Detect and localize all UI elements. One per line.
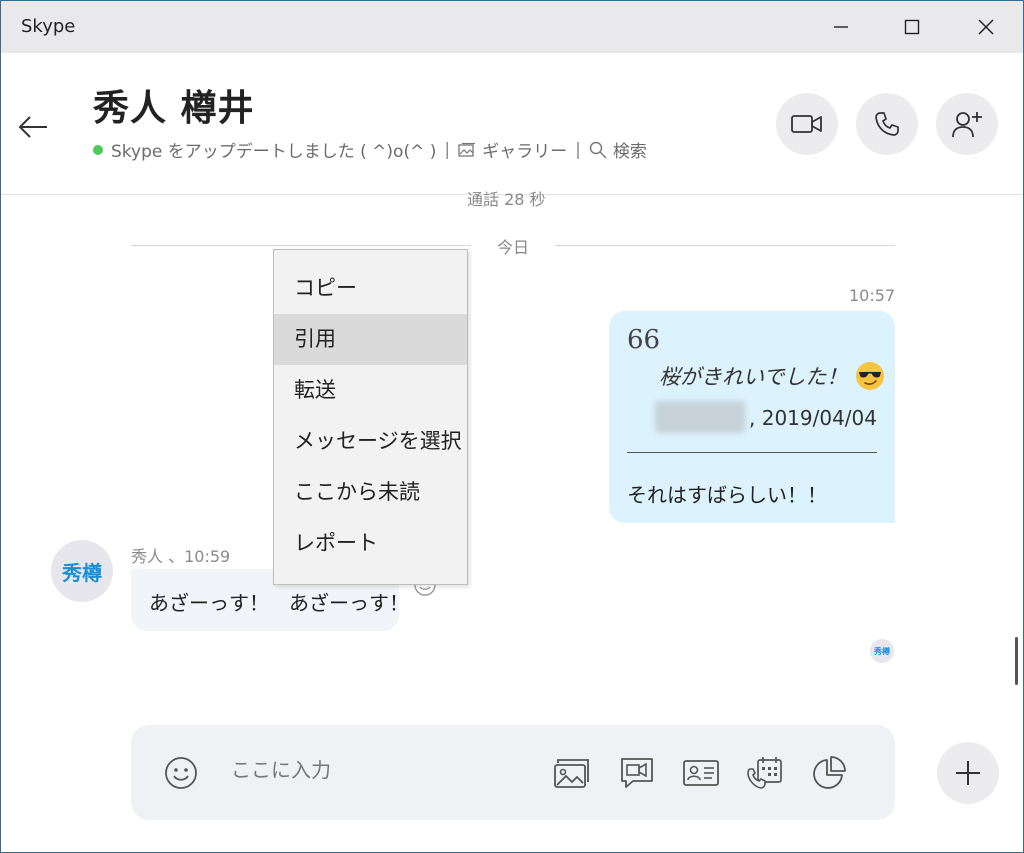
search-link[interactable]: 検索 — [613, 137, 647, 162]
status-line: Skype をアップデートしました ( ^)o(^ ) | ギャラリー | 検索 — [93, 137, 647, 162]
incoming-message-text: あざーっす！ あざーっす！ — [149, 591, 409, 615]
message-composer — [131, 725, 895, 820]
schedule-call-button[interactable] — [743, 753, 787, 793]
conversation-header: 秀人 樽井 Skype をアップデートしました ( ^)o(^ ) | ギャラリ… — [1, 53, 1023, 195]
smiley-icon — [165, 757, 197, 789]
plus-icon — [956, 761, 980, 785]
skype-window: Skype 秀人 樽井 Skype をアップデートしました ( ^)o(^ ) … — [0, 0, 1024, 853]
add-people-button[interactable] — [936, 93, 998, 155]
minimize-icon — [834, 26, 848, 28]
outgoing-message-bubble[interactable]: 66 桜がきれいでした！ , 2019/04/04 それはすばらしい！！ — [609, 311, 895, 523]
emoji-button[interactable] — [163, 755, 199, 795]
video-camera-icon — [791, 115, 822, 133]
menu-item-select-messages[interactable]: メッセージを選択 — [274, 416, 467, 467]
mood-message: Skype をアップデートしました ( ^)o(^ ) — [111, 142, 437, 162]
quote-date: , 2019/04/04 — [749, 406, 877, 430]
previous-call-summary: 通話 28 秒 — [467, 190, 546, 209]
quoted-text: 桜がきれいでした！ — [659, 365, 848, 389]
menu-item-report[interactable]: レポート — [274, 518, 467, 569]
outgoing-message-time: 10:57 — [849, 286, 896, 305]
phone-icon — [875, 112, 899, 136]
maximize-button[interactable] — [877, 1, 947, 53]
create-poll-button[interactable] — [807, 753, 851, 793]
menu-item-quote[interactable]: 引用 — [274, 314, 467, 365]
separator: | — [444, 139, 451, 160]
more-options-button[interactable] — [937, 742, 999, 804]
message-context-menu: コピー 引用 転送 メッセージを選択 ここから未読 レポート — [273, 249, 468, 585]
quote-divider — [627, 452, 877, 453]
audio-call-button[interactable] — [856, 93, 918, 155]
read-receipt-avatar: 秀樽 — [870, 639, 894, 663]
divider-line — [555, 245, 895, 246]
menu-item-mark-unread[interactable]: ここから未読 — [274, 467, 467, 518]
pie-chart-icon — [813, 756, 846, 789]
menu-item-copy[interactable]: コピー — [274, 263, 467, 314]
contact-name[interactable]: 秀人 樽井 — [93, 79, 255, 131]
message-input[interactable] — [231, 755, 531, 785]
outgoing-message-text: それはすばらしい！！ — [627, 483, 827, 507]
avatar[interactable]: 秀樽 — [51, 540, 113, 602]
contact-card-icon — [683, 760, 719, 786]
gallery-icon — [458, 142, 476, 158]
maximize-icon — [904, 19, 920, 35]
cool-sunglasses-emoji-icon — [856, 362, 885, 390]
schedule-call-icon — [747, 757, 782, 789]
close-icon — [978, 19, 994, 35]
quote-author-blurred — [655, 401, 745, 433]
title-bar: Skype — [1, 1, 1023, 53]
back-button[interactable] — [13, 107, 53, 147]
incoming-message-meta: 秀人 、10:59 — [131, 547, 231, 566]
divider-line — [131, 245, 471, 246]
add-person-icon — [952, 112, 982, 138]
gallery-link[interactable]: ギャラリー — [482, 137, 567, 162]
search-icon — [589, 141, 607, 159]
send-image-button[interactable] — [549, 753, 593, 793]
scrollbar-thumb[interactable] — [1015, 637, 1018, 685]
video-message-button[interactable] — [615, 753, 659, 793]
close-button[interactable] — [951, 1, 1021, 53]
minimize-button[interactable] — [806, 1, 876, 53]
send-contact-button[interactable] — [679, 753, 723, 793]
separator: | — [575, 139, 581, 160]
quote-icon: 66 — [627, 325, 661, 355]
menu-item-forward[interactable]: 転送 — [274, 365, 467, 416]
quoted-message: 桜がきれいでした！ — [659, 361, 885, 391]
window-title: Skype — [21, 16, 76, 37]
day-label: 今日 — [496, 238, 529, 257]
online-status-icon — [93, 144, 103, 155]
video-call-button[interactable] — [776, 93, 838, 155]
video-message-icon — [621, 758, 653, 788]
back-arrow-icon — [18, 116, 47, 138]
day-divider: 今日 — [131, 234, 895, 258]
message-list[interactable]: 通話 28 秒 今日 10:57 66 桜がきれいでした！ , 2019/04/… — [1, 190, 1023, 716]
image-gallery-icon — [554, 759, 589, 788]
menu-padding — [274, 250, 467, 263]
